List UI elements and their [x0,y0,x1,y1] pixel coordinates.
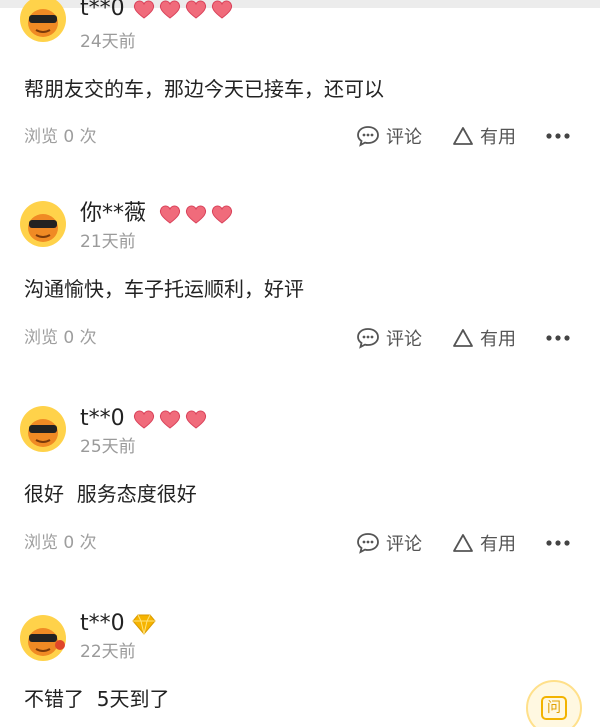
view-count: 浏览 0 次 [24,328,97,348]
mascot-avatar-icon[interactable] [20,615,66,661]
review-item: t**0 25天前 很好 服务态度很好 浏览 0 次 评论 有用 [0,406,600,611]
review-time: 22天前 [80,642,136,662]
heart-badges [158,203,234,225]
heart-icon [185,0,207,19]
review-item: t**0 22天前 不错了 5天到了 [0,611,600,727]
review-content: 很好 服务态度很好 [24,482,197,506]
triangle-useful-icon [453,329,473,347]
diamond-icon [132,614,156,635]
review-time: 25天前 [80,437,136,457]
reviewer-nickname[interactable]: t**0 [80,406,125,432]
more-options-icon[interactable] [544,325,572,351]
comment-icon [357,533,379,554]
ask-question-button[interactable]: 问 [526,680,582,727]
view-count: 浏览 0 次 [24,533,97,553]
useful-button[interactable]: 有用 [452,325,516,351]
heart-icon [185,410,207,429]
mascot-avatar-icon[interactable] [20,201,66,247]
review-time: 24天前 [80,32,136,52]
reviewer-nickname[interactable]: t**0 [80,0,125,22]
mascot-avatar-icon[interactable] [20,406,66,452]
useful-label: 有用 [480,534,516,555]
reviewer-nickname[interactable]: 你**薇 [80,201,146,227]
comment-label: 评论 [386,127,422,148]
comment-icon [357,126,379,147]
mascot-avatar-icon[interactable] [20,0,66,42]
comment-label: 评论 [386,534,422,555]
review-content: 帮朋友交的车，那边今天已接车，还可以 [24,77,384,101]
useful-label: 有用 [480,127,516,148]
heart-icon [211,0,233,19]
heart-icon [159,0,181,19]
review-item: t**0 24天前 帮朋友交的车，那边今天已接车，还可以 浏览 0 次 评论 有… [0,0,600,201]
heart-icon [133,410,155,429]
heart-icon [159,205,181,224]
useful-label: 有用 [480,329,516,350]
heart-badges [132,408,208,430]
review-content: 沟通愉快，车子托运顺利，好评 [24,277,304,301]
comment-icon [357,328,379,349]
review-content: 不错了 5天到了 [24,687,170,711]
heart-badges [132,0,234,20]
heart-icon [133,0,155,19]
comment-button[interactable]: 评论 [356,530,422,556]
view-count: 浏览 0 次 [24,127,97,147]
diamond-badge [132,613,156,635]
heart-icon [159,410,181,429]
more-options-icon[interactable] [544,123,572,149]
more-options-icon[interactable] [544,530,572,556]
comment-label: 评论 [386,329,422,350]
triangle-useful-icon [453,534,473,552]
triangle-useful-icon [453,127,473,145]
comment-button[interactable]: 评论 [356,325,422,351]
useful-button[interactable]: 有用 [452,530,516,556]
comment-button[interactable]: 评论 [356,123,422,149]
review-item: 你**薇 21天前 沟通愉快，车子托运顺利，好评 浏览 0 次 评论 有用 [0,201,600,406]
question-bubble-icon: 问 [541,696,567,720]
heart-icon [185,205,207,224]
useful-button[interactable]: 有用 [452,123,516,149]
heart-icon [211,205,233,224]
reviewer-nickname[interactable]: t**0 [80,611,125,637]
review-time: 21天前 [80,232,136,252]
